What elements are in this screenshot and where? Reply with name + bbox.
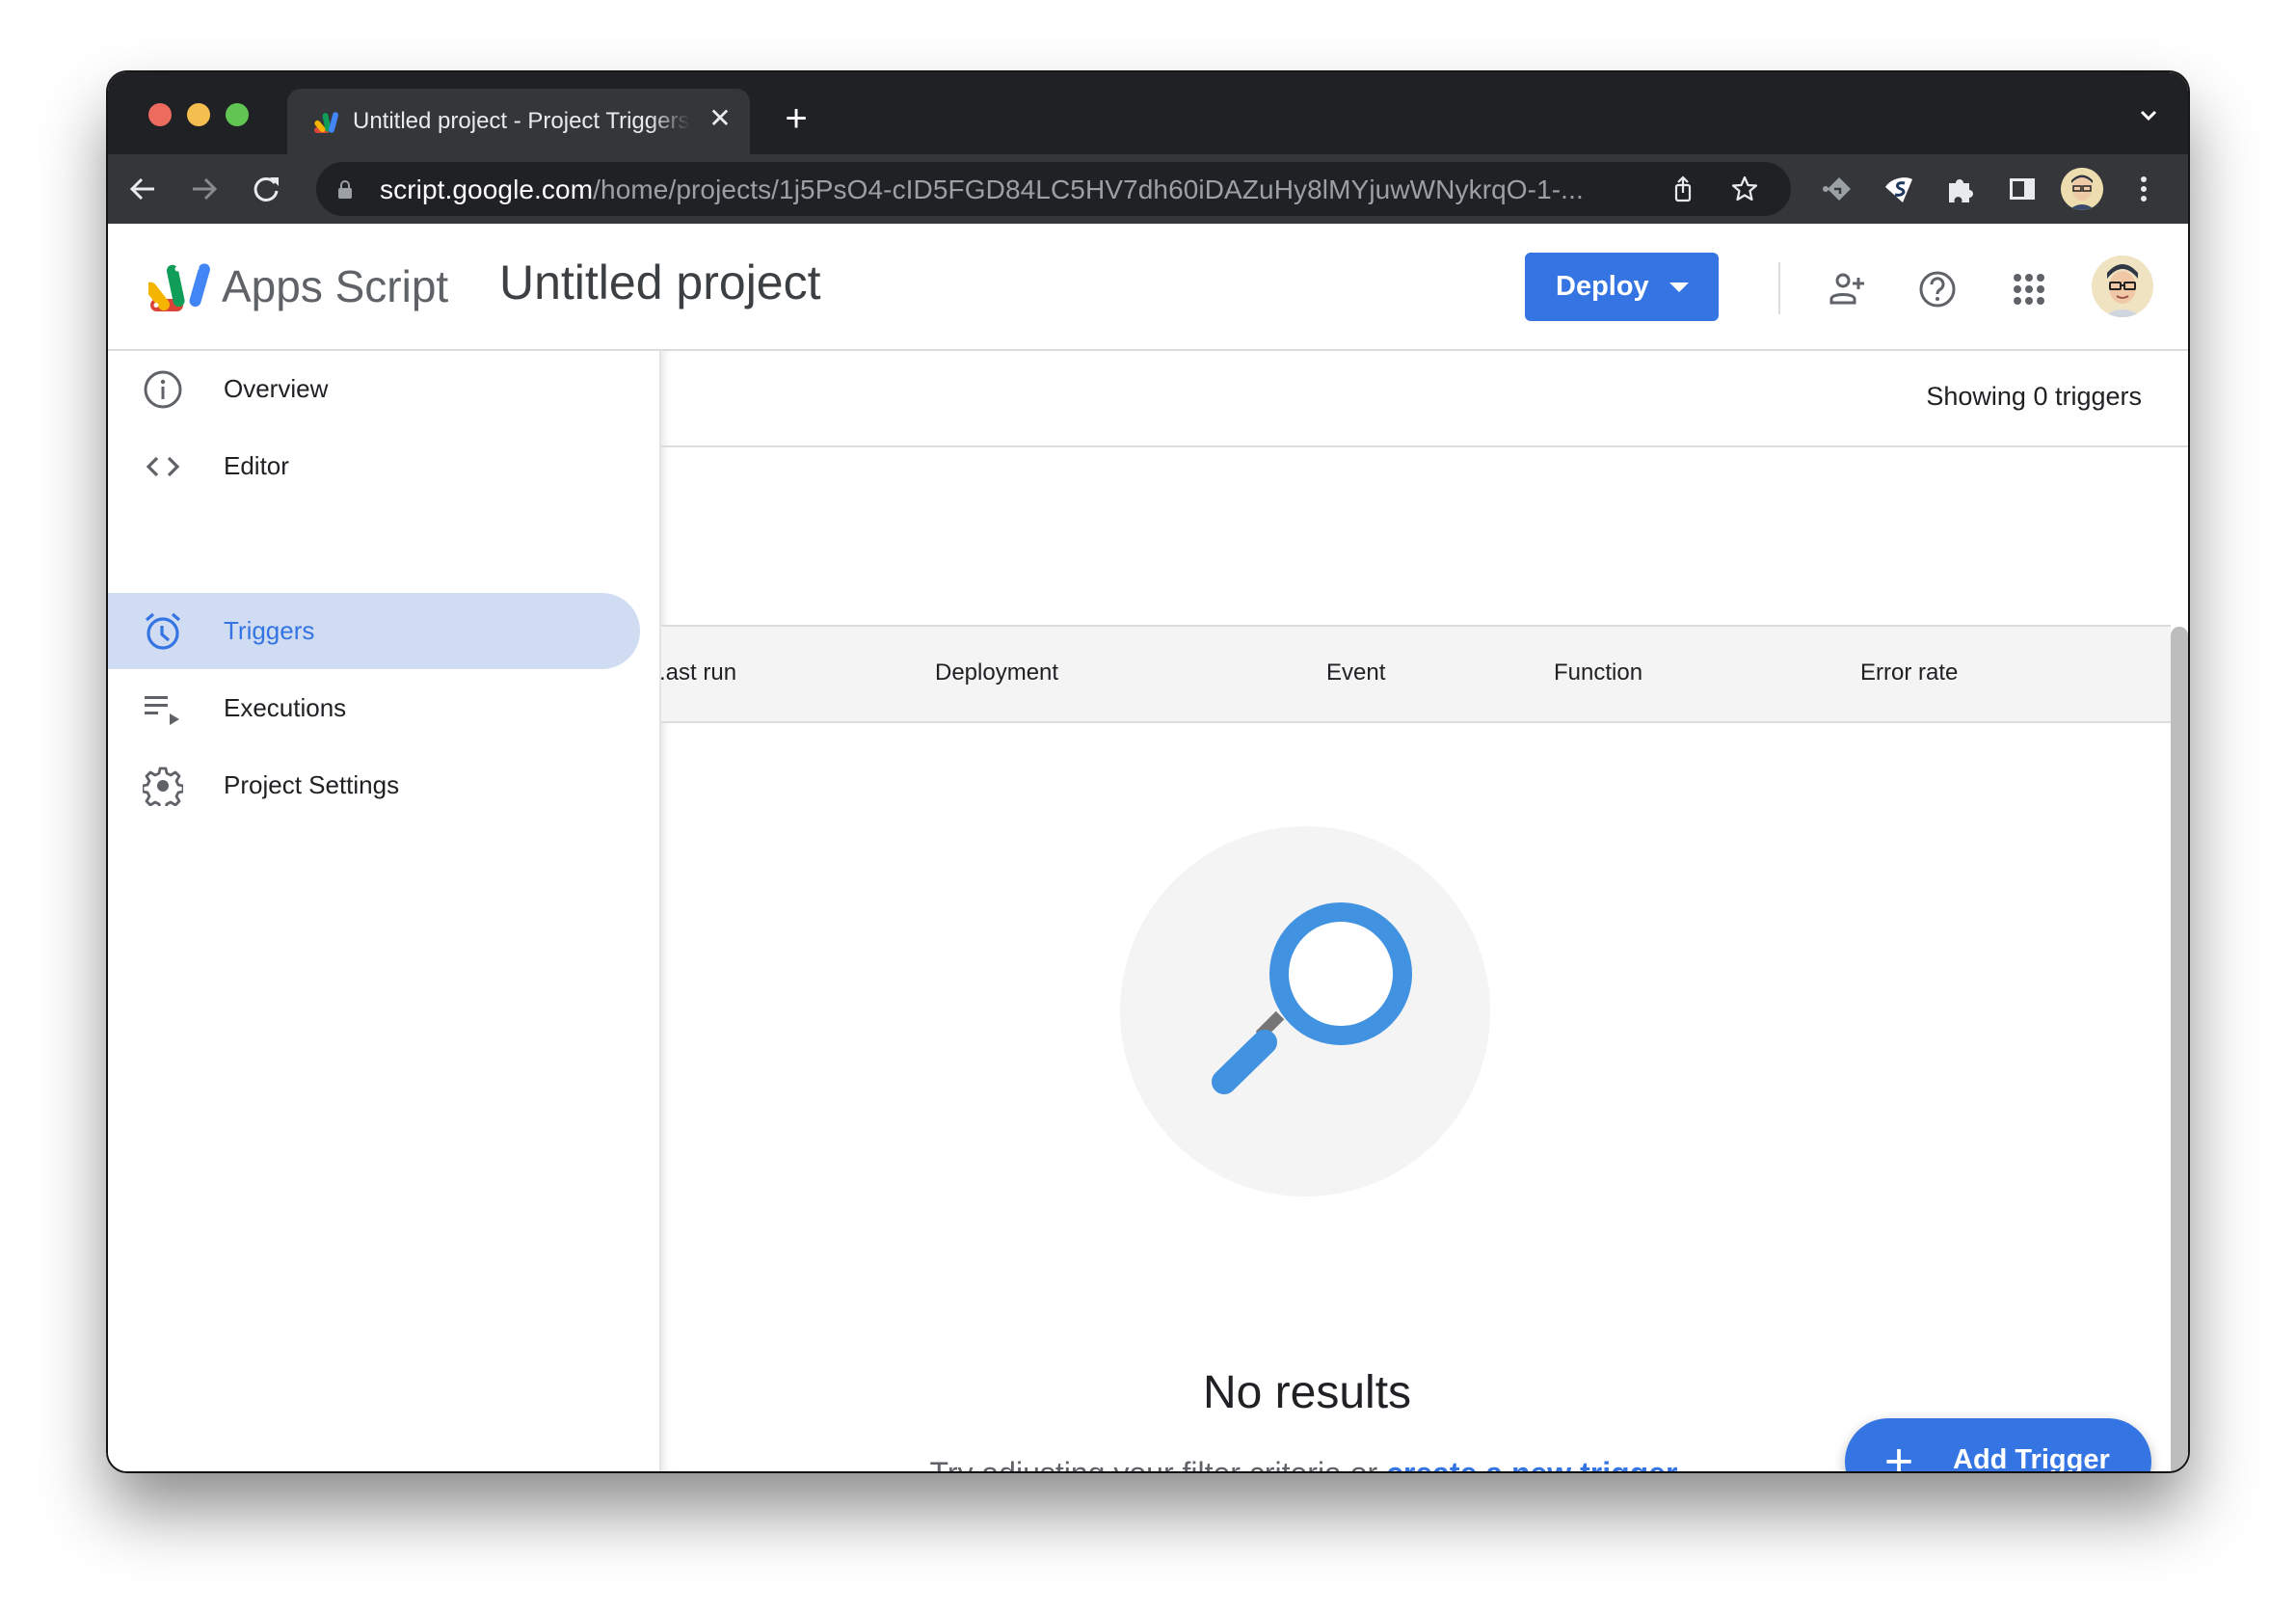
sidebar-item-triggers[interactable]: Triggers [108,593,640,669]
address-bar[interactable]: script.google.com/home/projects/1j5PsO4-… [316,162,1791,216]
profile-avatar[interactable] [2061,168,2103,210]
code-icon [146,456,180,477]
apps-grid-icon[interactable] [2008,268,2050,310]
extension-2-icon[interactable] [1882,172,1916,206]
app-name[interactable]: Apps Script [222,260,448,312]
browser-window: Untitled project - Project Triggers ✕ + … [108,72,2188,1471]
alarm-clock-icon [145,612,181,650]
caret-down-icon [1669,282,1689,292]
sidebar-item-label: Project Settings [224,770,400,799]
executions-list-icon [145,696,179,725]
column-header-last-run[interactable]: .ast run [659,659,736,686]
apps-script-logo-icon[interactable] [148,260,210,314]
empty-state-title: No results [1202,1367,1412,1418]
triggers-count-bar: Showing 0 triggers [661,351,2188,447]
create-trigger-link[interactable]: create a new trigger. [1386,1456,1684,1471]
app-header: Apps Script Untitled project Deploy [108,224,2188,351]
tab-strip: Untitled project - Project Triggers ✕ + [108,72,2188,154]
empty-state-subtitle: Try adjusting your filter criteria or cr… [661,1456,1953,1471]
column-header-event[interactable]: Event [1326,659,1385,686]
vertical-scrollbar[interactable] [2171,627,2188,1471]
extensions-puzzle-icon[interactable] [1943,172,1978,206]
empty-state-subtitle-text: Try adjusting your filter criteria or [929,1456,1386,1471]
profile-avatar-image [2061,168,2103,210]
magnifying-glass-icon [1212,902,1412,1094]
close-icon[interactable]: ✕ [706,104,734,133]
sidebar-item-editor[interactable]: Editor [108,428,640,504]
bookmark-star-icon[interactable] [1729,174,1760,204]
triggers-table-header: .ast run Deployment Event Function Error… [659,625,2171,723]
gear-icon [143,767,183,806]
sidebar-item-label: Triggers [224,616,315,645]
window-close-button[interactable] [148,103,172,126]
header-divider [1778,262,1780,314]
lock-icon[interactable] [337,179,353,199]
sidebar: Overview Editor Triggers Executions Proj… [108,351,659,1471]
info-icon [144,370,182,409]
window-minimize-button[interactable] [187,103,210,126]
account-avatar-image [2092,256,2153,317]
chevron-down-icon[interactable] [2134,101,2163,130]
browser-tab[interactable]: Untitled project - Project Triggers ✕ [287,89,750,154]
share-person-add-icon[interactable] [1828,268,1870,310]
side-panel-icon[interactable] [2005,172,2040,206]
add-trigger-button[interactable]: + Add Trigger [1845,1418,2151,1471]
extension-1-icon[interactable] [1820,172,1855,206]
reload-icon[interactable] [247,170,285,208]
share-icon[interactable] [1668,174,1698,204]
plus-icon: + [1883,1434,1914,1471]
more-menu-icon[interactable] [2126,172,2161,206]
forward-arrow-icon[interactable] [185,170,224,208]
deploy-label: Deploy [1556,271,1649,302]
apps-script-favicon-icon [314,112,339,133]
column-header-error-rate[interactable]: Error rate [1860,659,1958,686]
sidebar-item-label: Overview [224,374,329,403]
back-arrow-icon[interactable] [123,170,162,208]
url-path: /home/projects/1j5PsO4-cID5FGD84LC5HV7dh… [593,175,1584,204]
sidebar-item-overview[interactable]: Overview [108,351,640,427]
help-icon[interactable] [1916,268,1959,310]
deploy-button[interactable]: Deploy [1525,253,1719,321]
empty-state-illustration [1120,826,1490,1197]
new-tab-button[interactable]: + [777,99,815,138]
url-host: script.google.com [380,175,594,204]
triggers-main: Showing 0 triggers .ast run Deployment E… [659,351,2188,1471]
url-text[interactable]: script.google.com/home/projects/1j5PsO4-… [380,175,1584,205]
triggers-count: Showing 0 triggers [1926,382,2142,411]
browser-toolbar: script.google.com/home/projects/1j5PsO4-… [108,154,2188,224]
tab-title: Untitled project - Project Triggers [353,108,690,134]
window-maximize-button[interactable] [226,103,249,126]
column-header-function[interactable]: Function [1554,659,1642,686]
account-avatar[interactable] [2092,256,2153,317]
column-header-deployment[interactable]: Deployment [935,659,1058,686]
sidebar-item-label: Editor [224,451,289,480]
project-title[interactable]: Untitled project [499,255,821,310]
sidebar-item-executions[interactable]: Executions [108,670,640,746]
add-trigger-label: Add Trigger [1953,1444,2110,1471]
sidebar-item-project-settings[interactable]: Project Settings [108,747,640,823]
sidebar-item-label: Executions [224,693,347,722]
